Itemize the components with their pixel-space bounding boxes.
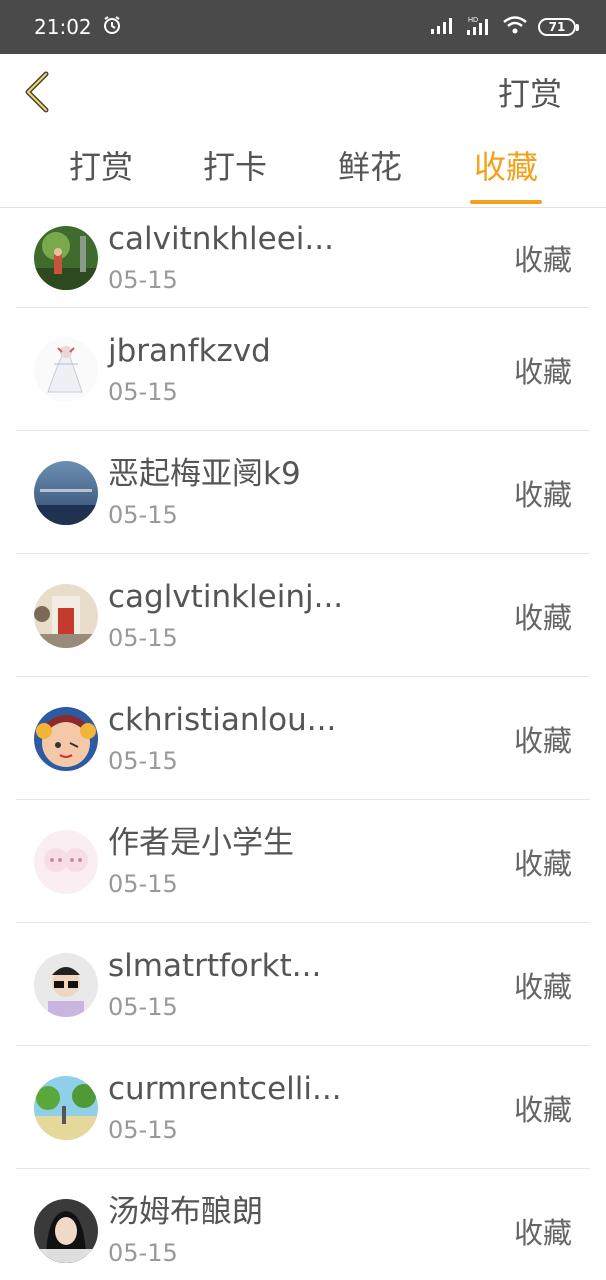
list-item[interactable]: 作者是小学生 05-15 收藏 — [0, 800, 606, 923]
list-item[interactable]: jbranfkzvd 05-15 收藏 — [0, 308, 606, 431]
tab-flowers[interactable]: 鲜花 — [302, 130, 438, 208]
status-left: 21:02 — [34, 15, 122, 40]
item-info: slmatrtforkt... 05-15 — [108, 946, 514, 1024]
user-name: slmatrtforkt... — [108, 947, 322, 984]
user-name: curmrentcelli... — [108, 1070, 342, 1107]
list-item[interactable]: ckhristianlou... 05-15 收藏 — [0, 677, 606, 800]
list-item[interactable]: slmatrtforkt... 05-15 收藏 — [0, 923, 606, 1046]
tab-reward[interactable]: 打赏 — [34, 130, 168, 208]
avatar[interactable] — [34, 1198, 98, 1263]
item-action: 收藏 — [513, 723, 572, 758]
avatar[interactable] — [34, 706, 98, 771]
alarm-icon — [102, 15, 122, 40]
list-item[interactable]: 恶起梅亚阌k9 05-15 收藏 — [0, 431, 606, 554]
item-info: 恶起梅亚阌k9 05-15 — [108, 454, 514, 532]
avatar[interactable] — [34, 226, 98, 290]
header: 打赏 — [0, 54, 606, 130]
item-info: curmrentcelli... 05-15 — [108, 1069, 514, 1147]
tab-favorites[interactable]: 收藏 — [438, 130, 574, 208]
tab-checkin[interactable]: 打卡 — [168, 130, 302, 208]
item-info: ckhristianlou... 05-15 — [108, 700, 514, 778]
item-info: 汤姆布酿朗 05-15 — [108, 1192, 514, 1270]
user-name: 恶起梅亚阌k9 — [108, 455, 301, 492]
svg-text:HD: HD — [468, 17, 478, 24]
battery-icon: 71 — [538, 18, 579, 36]
signal-icon — [430, 16, 456, 38]
user-name: 汤姆布酿朗 — [108, 1193, 263, 1230]
avatar[interactable] — [34, 460, 98, 525]
wifi-icon — [502, 15, 528, 39]
item-action: 收藏 — [513, 600, 572, 635]
favorites-list: calvitnkhleei... 05-15 收藏 jbranfkzvd 05-… — [0, 208, 606, 1280]
item-info: 作者是小学生 05-15 — [108, 823, 514, 901]
item-action: 收藏 — [513, 969, 572, 1004]
item-date: 05-15 — [108, 377, 178, 406]
list-item[interactable]: 汤姆布酿朗 05-15 收藏 — [0, 1169, 606, 1280]
avatar[interactable] — [34, 1075, 98, 1140]
list-item[interactable]: calvitnkhleei... 05-15 收藏 — [0, 208, 606, 308]
reward-button[interactable]: 打赏 — [498, 69, 562, 115]
item-date: 05-15 — [108, 266, 178, 294]
item-action: 收藏 — [513, 846, 572, 881]
item-action: 收藏 — [513, 477, 572, 512]
item-action: 收藏 — [513, 354, 572, 389]
user-name: jbranfkzvd — [108, 332, 271, 369]
item-info: caglvtinkleinj... 05-15 — [108, 577, 514, 655]
avatar[interactable] — [34, 829, 98, 894]
item-action: 收藏 — [513, 243, 572, 277]
back-arrow-icon — [25, 71, 49, 113]
item-info: calvitnkhleei... 05-15 — [108, 219, 514, 297]
item-date: 05-15 — [108, 623, 178, 652]
signal-hd-icon: HD — [466, 15, 492, 39]
status-time: 21:02 — [34, 15, 92, 39]
item-date: 05-15 — [108, 746, 178, 775]
item-action: 收藏 — [513, 1092, 572, 1127]
status-right: HD 71 — [430, 15, 579, 39]
item-info: jbranfkzvd 05-15 — [108, 331, 514, 409]
back-button[interactable] — [22, 67, 62, 117]
list-item[interactable]: caglvtinkleinj... 05-15 收藏 — [0, 554, 606, 677]
item-date: 05-15 — [108, 992, 178, 1021]
user-name: 作者是小学生 — [108, 824, 294, 861]
list-item[interactable]: curmrentcelli... 05-15 收藏 — [0, 1046, 606, 1169]
avatar[interactable] — [34, 337, 98, 402]
item-date: 05-15 — [108, 1238, 178, 1267]
item-date: 05-15 — [108, 1115, 178, 1144]
user-name: caglvtinkleinj... — [108, 578, 344, 615]
status-bar: 21:02 HD 71 — [0, 0, 606, 54]
item-date: 05-15 — [108, 500, 178, 529]
user-name: calvitnkhleei... — [108, 221, 334, 257]
item-date: 05-15 — [108, 869, 178, 898]
avatar[interactable] — [34, 952, 98, 1017]
user-name: ckhristianlou... — [108, 701, 337, 738]
item-action: 收藏 — [513, 1215, 572, 1250]
tab-bar: 打赏 打卡 鲜花 收藏 — [0, 130, 606, 208]
avatar[interactable] — [34, 583, 98, 648]
